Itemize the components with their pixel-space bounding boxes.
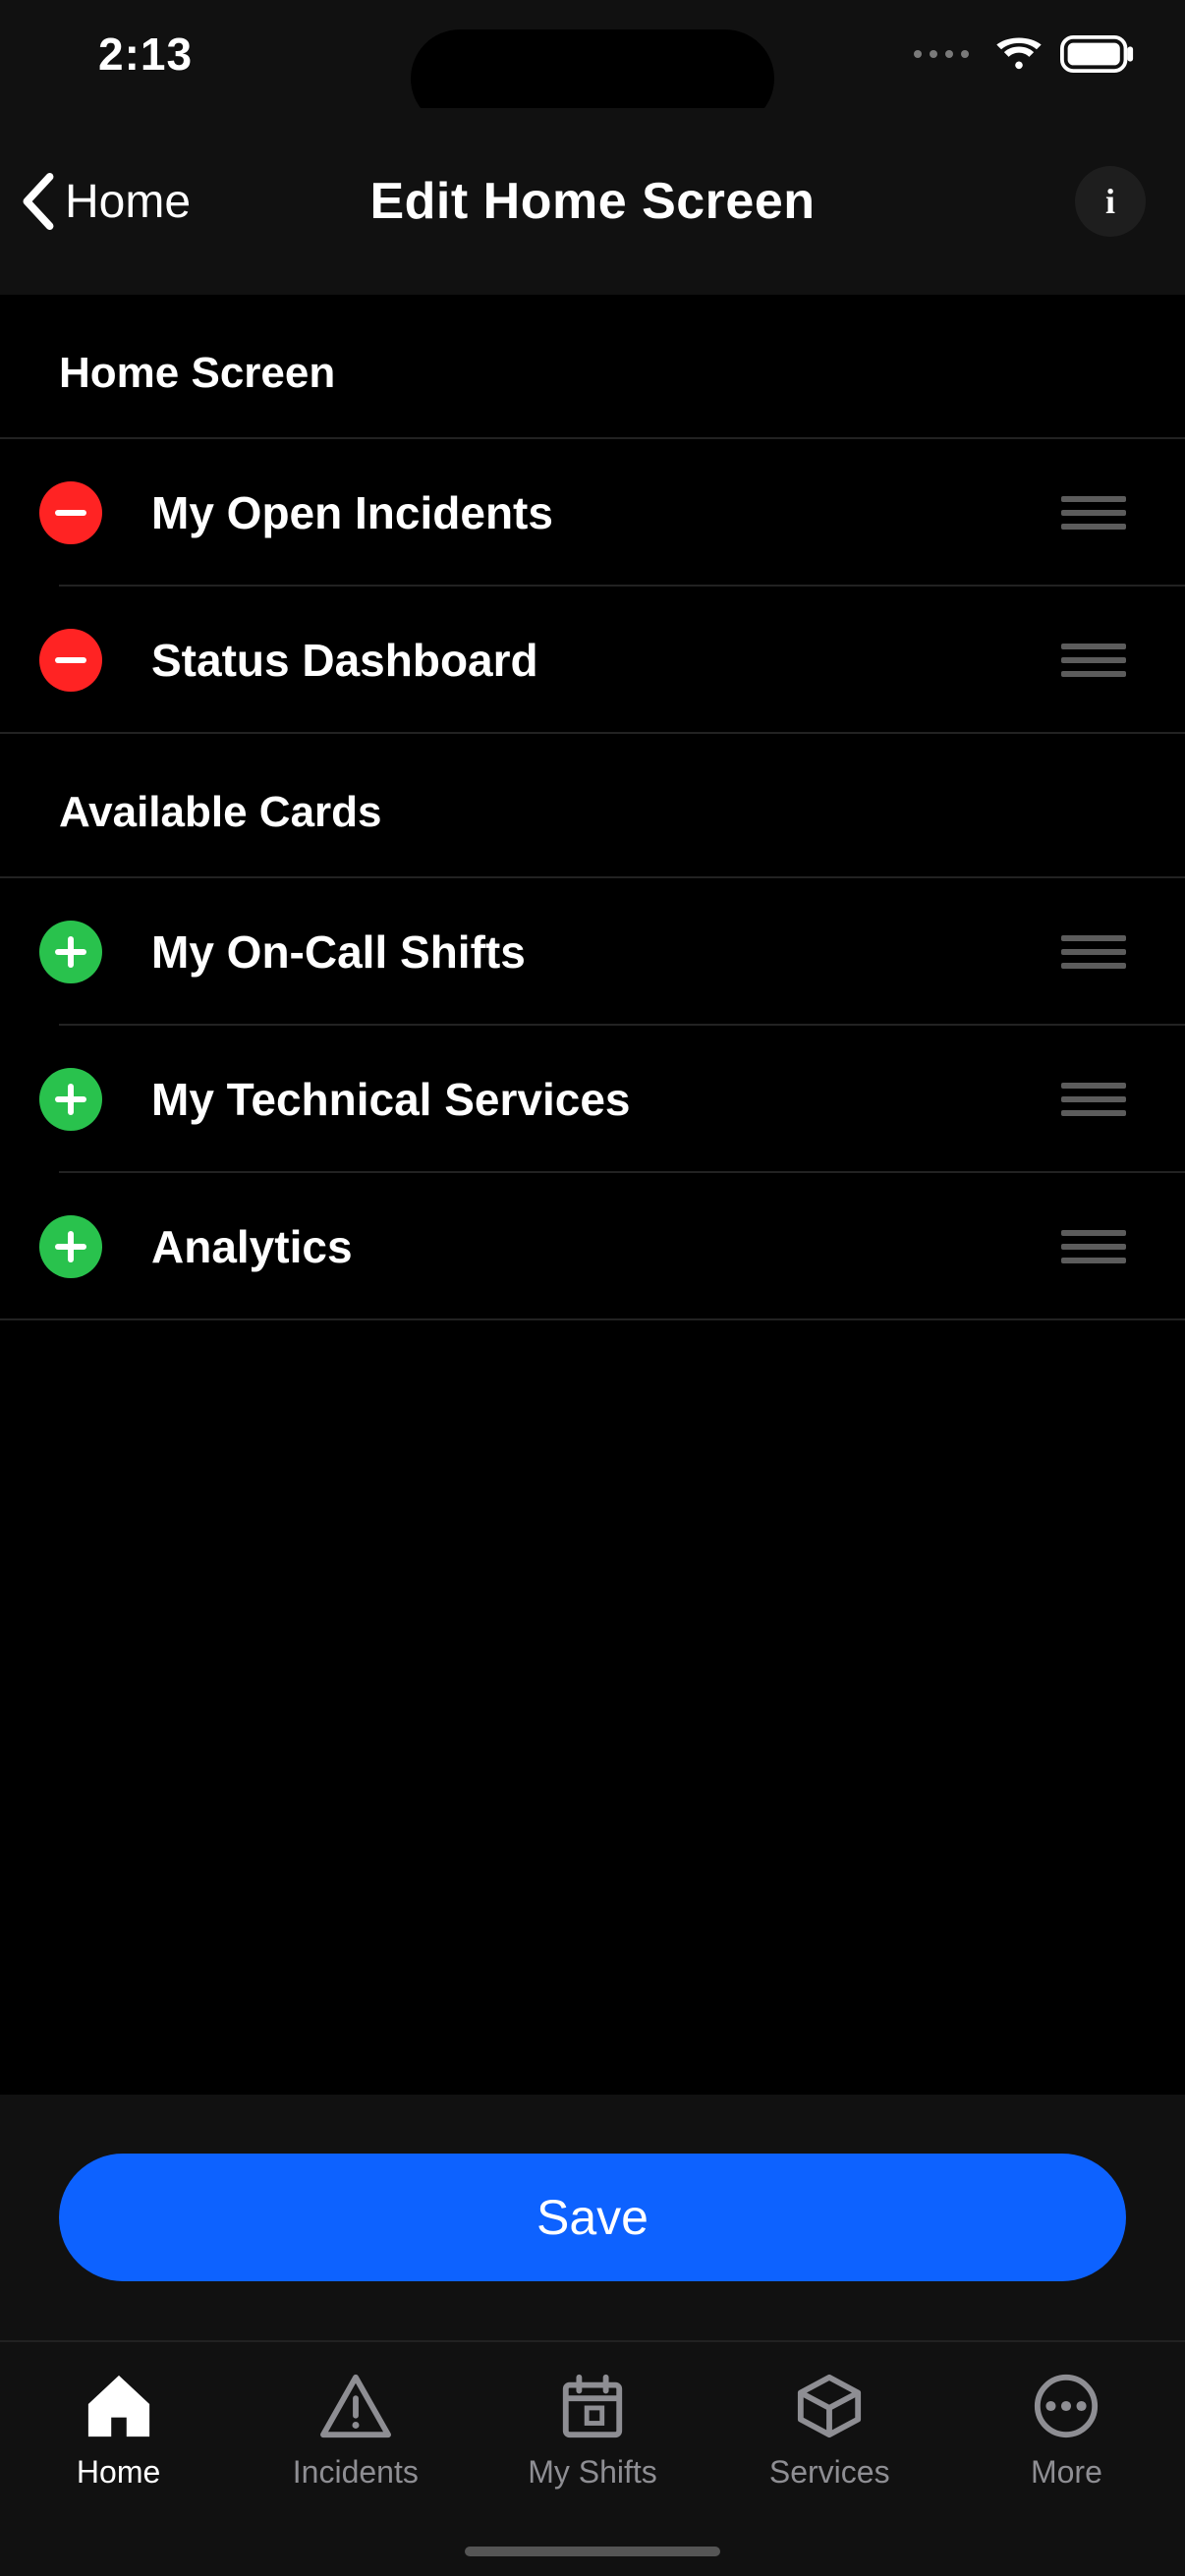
footer: Save Home Incidents [0, 2095, 1185, 2576]
plus-icon [55, 1084, 86, 1115]
tab-label: Home [77, 2454, 160, 2491]
card-row-status-dashboard: Status Dashboard [0, 587, 1185, 734]
home-screen-cards-list: My Open Incidents Status Dashboard [0, 437, 1185, 734]
card-row-my-on-call-shifts: My On-Call Shifts [0, 878, 1185, 1026]
drag-handle[interactable] [1061, 486, 1126, 539]
tab-my-shifts[interactable]: My Shifts [474, 2372, 710, 2491]
status-icons [914, 35, 1136, 73]
back-button[interactable]: Home [20, 173, 191, 230]
nav-header: Home Edit Home Screen i [0, 108, 1185, 295]
info-icon: i [1105, 181, 1115, 222]
back-label: Home [65, 175, 191, 229]
signal-dots-icon [914, 50, 969, 58]
plus-icon [55, 1231, 86, 1262]
tab-label: Services [769, 2454, 890, 2491]
drag-handle[interactable] [1061, 634, 1126, 687]
minus-icon [55, 657, 86, 663]
section-header-available-cards: Available Cards [0, 734, 1185, 876]
alert-triangle-icon [317, 2372, 394, 2440]
home-indicator[interactable] [465, 2547, 720, 2556]
add-card-button[interactable] [39, 1068, 102, 1131]
drag-handle[interactable] [1061, 1073, 1126, 1126]
save-button[interactable]: Save [59, 2154, 1126, 2281]
card-label: My On-Call Shifts [151, 925, 1061, 979]
card-label: Analytics [151, 1220, 1061, 1273]
plus-icon [55, 936, 86, 968]
available-cards-list: My On-Call Shifts My Technical Services … [0, 876, 1185, 1320]
save-container: Save [0, 2095, 1185, 2340]
tab-home[interactable]: Home [0, 2372, 237, 2491]
remove-card-button[interactable] [39, 481, 102, 544]
tab-incidents[interactable]: Incidents [237, 2372, 474, 2491]
tab-more[interactable]: More [948, 2372, 1185, 2491]
tab-services[interactable]: Services [711, 2372, 948, 2491]
add-card-button[interactable] [39, 921, 102, 983]
cube-icon [793, 2372, 866, 2440]
add-card-button[interactable] [39, 1215, 102, 1278]
info-button[interactable]: i [1075, 166, 1146, 237]
tab-bar: Home Incidents M [0, 2340, 1185, 2576]
home-icon [81, 2372, 157, 2440]
wifi-icon [996, 37, 1042, 71]
calendar-icon [558, 2372, 627, 2440]
more-horizontal-icon [1030, 2372, 1102, 2440]
card-label: Status Dashboard [151, 634, 1061, 687]
drag-handle[interactable] [1061, 1220, 1126, 1273]
card-row-my-technical-services: My Technical Services [0, 1026, 1185, 1173]
tab-label: My Shifts [528, 2454, 657, 2491]
battery-icon [1059, 35, 1136, 73]
card-row-my-open-incidents: My Open Incidents [0, 439, 1185, 587]
drag-handle[interactable] [1061, 925, 1126, 979]
card-row-analytics: Analytics [0, 1173, 1185, 1320]
minus-icon [55, 510, 86, 516]
status-time: 2:13 [98, 28, 193, 81]
save-label: Save [536, 2189, 649, 2246]
content: Home Screen My Open Incidents Status Das… [0, 295, 1185, 1320]
tab-label: Incidents [293, 2454, 419, 2491]
status-bar: 2:13 [0, 0, 1185, 108]
card-label: My Technical Services [151, 1073, 1061, 1126]
card-label: My Open Incidents [151, 486, 1061, 539]
remove-card-button[interactable] [39, 629, 102, 692]
chevron-left-icon [20, 173, 57, 230]
section-header-home-screen: Home Screen [0, 295, 1185, 437]
tab-label: More [1031, 2454, 1102, 2491]
